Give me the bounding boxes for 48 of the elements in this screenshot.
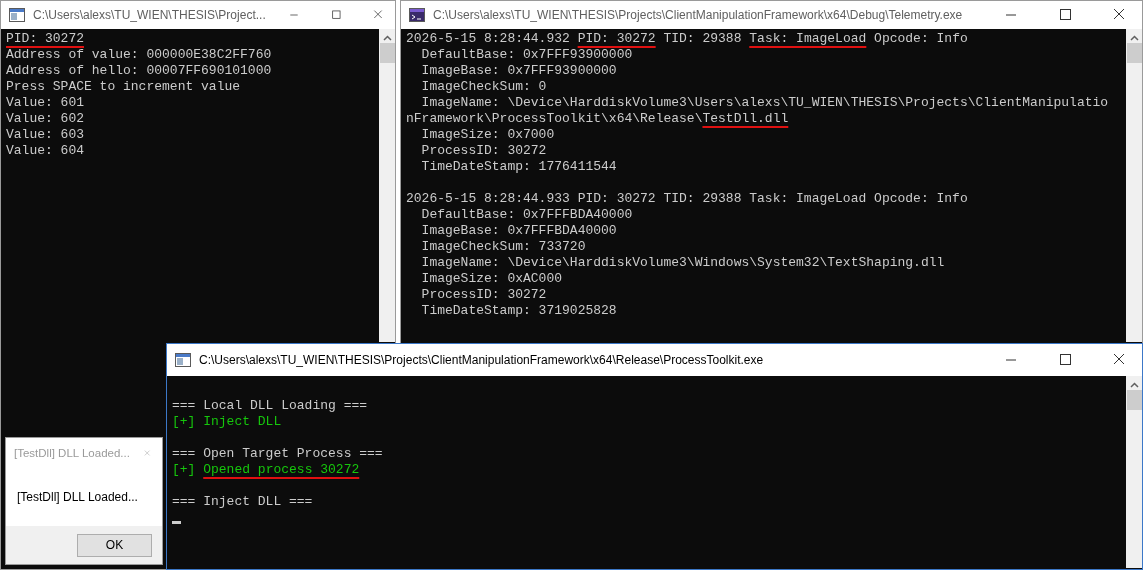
console-line: ImageCheckSum: 0 bbox=[420, 79, 547, 96]
console-line: nFramework\ProcessToolkit\x64\Release\TestDll.dll bbox=[406, 111, 789, 128]
scrollbar[interactable] bbox=[379, 29, 395, 342]
console-line: Address of value: 000000E38C2FF760 bbox=[6, 47, 272, 64]
console-app-icon bbox=[175, 353, 191, 367]
ok-button[interactable]: OK bbox=[77, 533, 152, 557]
dialog-message: [TestDll] DLL Loaded... bbox=[17, 490, 138, 504]
scrollbar[interactable] bbox=[1126, 29, 1142, 342]
scroll-up-icon[interactable] bbox=[1129, 35, 1139, 41]
console-line: ProcessID: 30272 bbox=[420, 143, 547, 160]
console-app-icon bbox=[409, 8, 425, 22]
console-line: TimeDateStamp: 1776411544 bbox=[420, 159, 617, 176]
scrollbar-thumb[interactable] bbox=[1126, 43, 1142, 63]
scroll-up-icon[interactable] bbox=[382, 35, 392, 41]
console-line: DefaultBase: 0x7FFF93900000 bbox=[420, 47, 633, 64]
console-line: ImageSize: 0x7000 bbox=[420, 127, 555, 144]
console-line: Press SPACE to increment value bbox=[6, 79, 241, 96]
scrollbar-thumb[interactable] bbox=[379, 43, 395, 63]
console-line: DefaultBase: 0x7FFFBDA40000 bbox=[420, 207, 633, 224]
console-line: Value: 603 bbox=[6, 127, 84, 144]
console-line: === Local DLL Loading === bbox=[172, 398, 368, 415]
console-line: Value: 602 bbox=[6, 111, 84, 128]
console-line: [+] Inject DLL bbox=[172, 414, 282, 431]
console-line: 2026-5-15 8:28:44.933 PID: 30272 TID: 29388 Task: ImageLoad Opcode: Info bbox=[406, 191, 968, 208]
console-line: [+] Opened process 30272 bbox=[172, 462, 360, 479]
window-title: C:\Users\alexs\TU_WIEN\THESIS\Projects\ClientManipulationFramework\x64\Release\ProcessToolkit.exe bbox=[199, 353, 765, 367]
scrollbar-thumb[interactable] bbox=[1126, 390, 1142, 410]
console-app-icon bbox=[9, 8, 25, 22]
console-line: ImageName: \Device\HarddiskVolume3\Windows\System32\TextShaping.dll bbox=[420, 255, 945, 272]
scrollbar[interactable] bbox=[1126, 376, 1142, 568]
console-line: === Open Target Process === bbox=[172, 446, 383, 463]
console-line: ImageCheckSum: 733720 bbox=[420, 239, 586, 256]
console-line: ProcessID: 30272 bbox=[420, 287, 547, 304]
console-line: ImageSize: 0xAC000 bbox=[420, 271, 563, 288]
console-line: ImageBase: 0x7FFF93900000 bbox=[420, 63, 617, 80]
window-title: C:\Users\alexs\TU_WIEN\THESIS\Projects\ClientManipulationFramework\x64\Debug\Telemetry.exe bbox=[433, 8, 964, 22]
console-line: ImageName: \Device\HarddiskVolume3\Users\alexs\TU_WIEN\THESIS\Projects\ClientManipulatio bbox=[420, 95, 1109, 112]
console-line: === Inject DLL === bbox=[172, 494, 313, 511]
console-line: Value: 601 bbox=[6, 95, 84, 112]
window-title: C:\Users\alexs\TU_WIEN\THESIS\Project... bbox=[33, 8, 267, 22]
console-line: PID: 30272 bbox=[6, 31, 84, 48]
window-title: [TestDll] DLL Loaded... bbox=[14, 447, 131, 459]
console-line: 2026-5-15 8:28:44.932 PID: 30272 TID: 29388 Task: ImageLoad Opcode: Info bbox=[406, 31, 968, 48]
console-line: ImageBase: 0x7FFFBDA40000 bbox=[420, 223, 617, 240]
console-line: TimeDateStamp: 3719025828 bbox=[420, 303, 617, 320]
console-line: Value: 604 bbox=[6, 143, 84, 160]
console-line: Address of hello: 00007FF690101000 bbox=[6, 63, 272, 80]
scroll-up-icon[interactable] bbox=[1129, 382, 1139, 388]
